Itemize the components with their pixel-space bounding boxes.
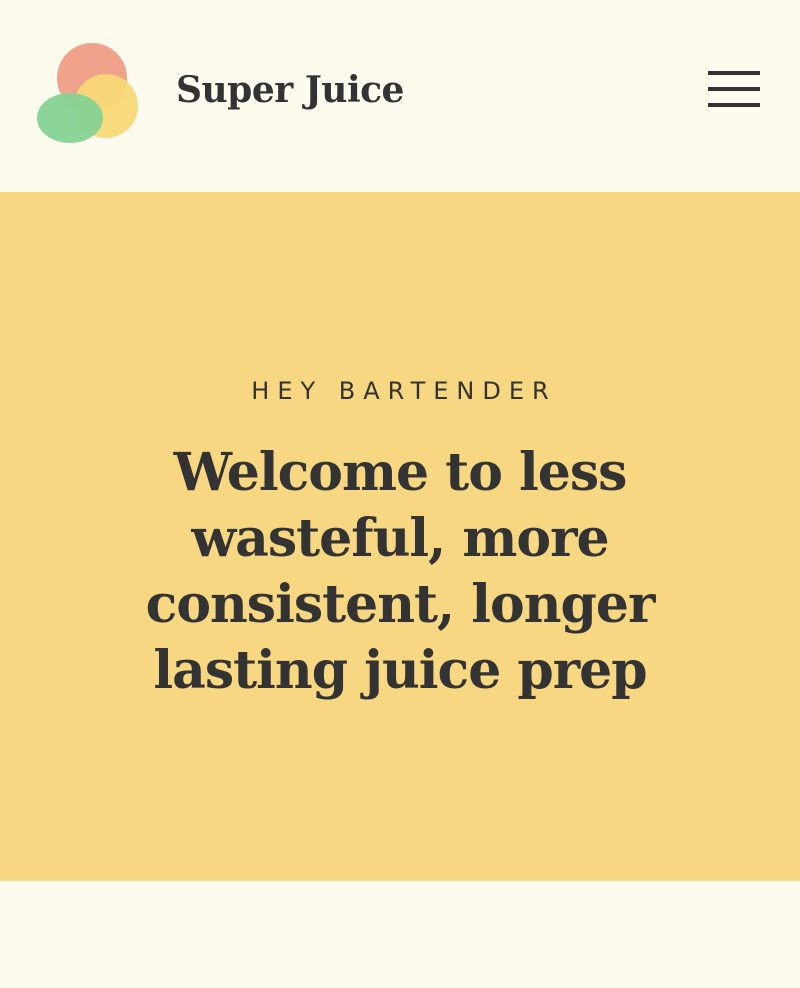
menu-bar-middle (708, 87, 760, 91)
page-bottom-area (0, 881, 800, 988)
site-header: Super Juice (0, 0, 800, 192)
logo-icon[interactable] (36, 38, 142, 144)
menu-bar-top (708, 71, 760, 75)
hero-eyebrow: HEY BARTENDER (251, 377, 557, 405)
menu-bar-bottom (708, 103, 760, 107)
hamburger-menu-icon[interactable] (704, 68, 762, 112)
hero-section: HEY BARTENDER Welcome to less wasteful, … (0, 192, 800, 881)
brand-name-link[interactable]: Super Juice (176, 66, 404, 114)
citrus-circles-logo-icon (37, 43, 138, 143)
hero-headline: Welcome to less wasteful, more consisten… (145, 442, 656, 701)
